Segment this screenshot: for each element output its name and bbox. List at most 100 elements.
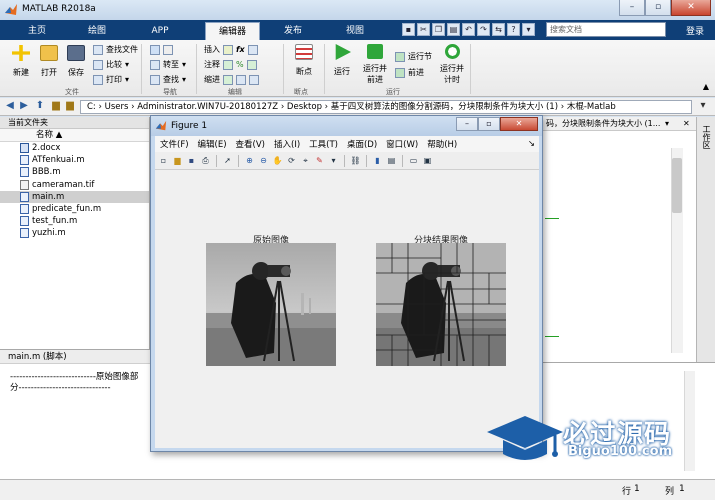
figure-title-bar[interactable]: Figure 1 – ▫ ✕	[151, 116, 542, 136]
menu-view[interactable]: 查看(V)	[236, 138, 265, 150]
outdent-icon[interactable]	[249, 74, 259, 85]
new-button[interactable]: 新建	[8, 45, 34, 78]
browse-folder-icon[interactable]: ▆	[50, 100, 62, 113]
figure-minimize-button[interactable]: –	[456, 117, 478, 131]
forward-arrow-icon[interactable]: ▶	[18, 100, 30, 113]
tab-plots[interactable]: 绘图	[72, 22, 122, 40]
menu-tools[interactable]: 工具(T)	[309, 138, 338, 150]
legend-icon[interactable]: ▤	[386, 155, 397, 166]
file-row[interactable]: test_fun.m	[0, 215, 149, 227]
dock-arrow-icon[interactable]: ↘	[528, 139, 535, 149]
workspace-sidebar[interactable]: 工作区	[696, 117, 715, 362]
new-figure-icon[interactable]: ▫	[158, 155, 169, 166]
collapse-ribbon-icon[interactable]: ▲	[703, 82, 709, 91]
indent-button[interactable]: 缩进	[204, 73, 259, 86]
link-plot-icon[interactable]: ⛓	[350, 155, 361, 166]
file-row[interactable]: BBB.m	[0, 166, 149, 178]
find-files-button[interactable]: 查找文件	[93, 43, 138, 56]
help-icon[interactable]: ?	[507, 23, 520, 36]
close-icon[interactable]: ✕	[683, 119, 690, 128]
insert-button[interactable]: 插入 fx	[204, 43, 258, 56]
fx-icon[interactable]: fx	[236, 45, 245, 54]
breakpoints-button[interactable]: 断点	[290, 44, 318, 77]
cut-icon[interactable]: ✂	[417, 23, 430, 36]
switch-windows-icon[interactable]: ⇆	[492, 23, 505, 36]
folder-icon[interactable]: ▆	[64, 100, 76, 113]
print-figure-icon[interactable]: ⎙	[200, 155, 211, 166]
paste-icon[interactable]: ▤	[447, 23, 460, 36]
hide-plot-tools-icon[interactable]: ▭	[408, 155, 419, 166]
chevron-down-icon[interactable]: ▾	[328, 155, 339, 166]
file-row[interactable]: 2.docx	[0, 142, 149, 154]
data-cursor-icon[interactable]: ⌖	[300, 155, 311, 166]
chevron-down-icon[interactable]: ▾	[697, 100, 709, 113]
figure-maximize-button[interactable]: ▫	[478, 117, 500, 131]
file-row[interactable]: cameraman.tif	[0, 179, 149, 191]
figure-window[interactable]: Figure 1 – ▫ ✕ 文件(F) 编辑(E) 查看(V) 插入(I) 工…	[150, 115, 543, 452]
zoom-in-icon[interactable]: ⊕	[244, 155, 255, 166]
editor-tab-title[interactable]: 码，分块限制条件为块大小 (1...	[540, 117, 696, 131]
tab-apps[interactable]: APP	[135, 22, 185, 40]
menu-desktop[interactable]: 桌面(D)	[347, 138, 377, 150]
chevron-down-icon[interactable]: ▾	[665, 119, 669, 128]
tab-editor[interactable]: 编辑器	[205, 22, 260, 40]
editor-scroll-thumb[interactable]	[672, 158, 682, 213]
figure-close-button[interactable]: ✕	[500, 117, 538, 131]
menu-file[interactable]: 文件(F)	[160, 138, 189, 150]
login-link[interactable]: 登录	[686, 24, 704, 37]
run-advance-button[interactable]: 运行并前进	[360, 44, 390, 85]
file-row[interactable]: yuzhi.m	[0, 227, 149, 239]
up-folder-icon[interactable]: ⬆	[34, 100, 46, 113]
pan-hand-icon[interactable]: ✋	[272, 155, 283, 166]
tab-home[interactable]: 主页	[12, 22, 62, 40]
menu-window[interactable]: 窗口(W)	[386, 138, 418, 150]
file-row[interactable]: ATfenkuai.m	[0, 154, 149, 166]
tab-publish[interactable]: 发布	[268, 22, 318, 40]
run-section-button[interactable]: 运行节	[395, 50, 432, 63]
back-arrow-icon[interactable]: ◀	[4, 100, 16, 113]
open-file-icon[interactable]: ▆	[172, 155, 183, 166]
print-button[interactable]: 打印 ▾	[93, 73, 129, 86]
comment-button[interactable]: 注释%	[204, 58, 257, 71]
menu-edit[interactable]: 编辑(E)	[198, 138, 227, 150]
show-plot-tools-icon[interactable]: ▣	[422, 155, 433, 166]
brush-icon[interactable]: ✎	[314, 155, 325, 166]
pointer-icon[interactable]: ➚	[222, 155, 233, 166]
insert-section-icon[interactable]	[247, 44, 258, 55]
menu-help[interactable]: 帮助(H)	[427, 138, 457, 150]
save-button[interactable]: 保存	[63, 45, 89, 78]
indent-icon[interactable]	[236, 74, 246, 85]
minimize-button[interactable]: –	[619, 0, 645, 16]
folder-path[interactable]: C: › Users › Administrator.WIN7U-2018012…	[80, 100, 692, 114]
save-icon[interactable]: ▪	[402, 23, 415, 36]
search-docs-input[interactable]: 搜索文档	[546, 22, 666, 37]
run-and-time-label: 运行并计时	[440, 64, 464, 84]
dropdown-icon[interactable]: ▾	[522, 23, 535, 36]
original-image[interactable]	[206, 243, 336, 366]
undo-icon[interactable]: ↶	[462, 23, 475, 36]
redo-icon[interactable]: ↷	[477, 23, 490, 36]
name-column-header[interactable]: 名称 ▲	[0, 129, 149, 142]
run-and-time-button[interactable]: 运行并计时	[437, 44, 467, 85]
advance-button[interactable]: 前进	[395, 66, 424, 79]
save-figure-icon[interactable]: ▪	[186, 155, 197, 166]
copy-icon[interactable]: ❐	[432, 23, 445, 36]
back-forward-buttons[interactable]	[150, 43, 173, 56]
compare-button[interactable]: 比较 ▾	[93, 58, 129, 71]
file-row-selected[interactable]: main.m	[0, 190, 149, 203]
zoom-out-icon[interactable]: ⊖	[258, 155, 269, 166]
segmented-image[interactable]	[376, 243, 506, 366]
figure-canvas[interactable]: 原始图像 分块结果图像	[155, 170, 539, 448]
open-button[interactable]: 打开	[36, 45, 62, 78]
close-button[interactable]: ✕	[671, 0, 711, 16]
menu-insert[interactable]: 插入(I)	[274, 138, 300, 150]
find-button[interactable]: 查找 ▾	[150, 73, 186, 86]
goto-button[interactable]: 转至 ▾	[150, 58, 186, 71]
rotate-3d-icon[interactable]: ⟳	[286, 155, 297, 166]
tab-view[interactable]: 视图	[330, 22, 380, 40]
maximize-button[interactable]: ▫	[645, 0, 671, 16]
run-button[interactable]: 运行	[328, 44, 356, 77]
colorbar-icon[interactable]: ▮	[372, 155, 383, 166]
uncomment-icon[interactable]	[246, 59, 257, 70]
file-row[interactable]: predicate_fun.m	[0, 203, 149, 215]
